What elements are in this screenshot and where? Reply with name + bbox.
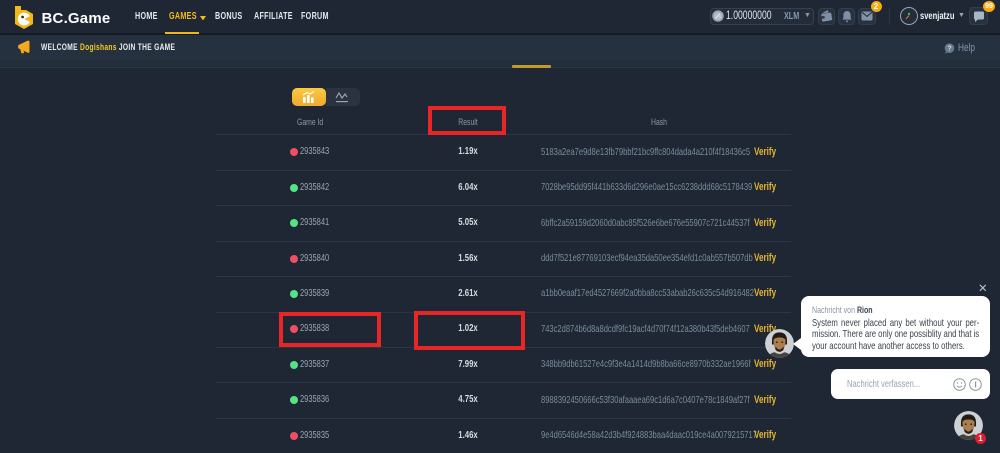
svg-text:?: ? bbox=[947, 45, 951, 52]
